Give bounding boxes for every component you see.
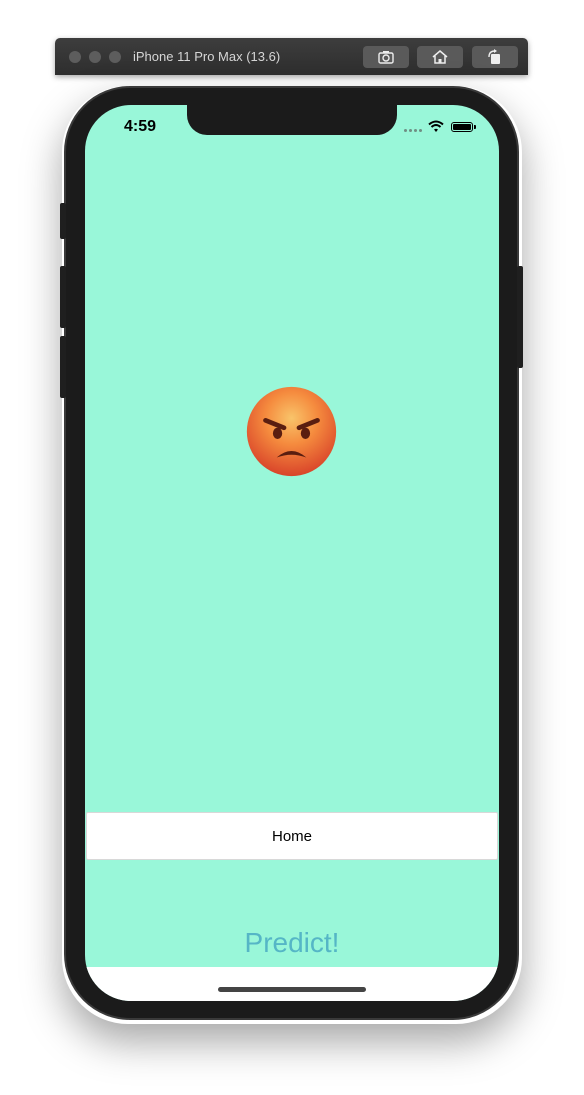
silent-switch — [60, 203, 66, 239]
simulator-titlebar: iPhone 11 Pro Max (13.6) — [55, 38, 528, 75]
minimize-window-button[interactable] — [89, 51, 101, 63]
battery-icon — [451, 122, 473, 132]
zoom-window-button[interactable] — [109, 51, 121, 63]
home-button[interactable]: Home — [86, 812, 498, 860]
rotate-device-button[interactable] — [472, 46, 518, 68]
volume-down-button — [60, 336, 66, 398]
power-button — [517, 266, 523, 368]
home-icon — [432, 50, 448, 64]
predict-button[interactable]: Predict! — [85, 921, 499, 965]
bottom-safe-area — [85, 967, 499, 1001]
signal-dots-icon — [404, 129, 422, 132]
notch — [187, 105, 397, 135]
home-device-button[interactable] — [417, 46, 463, 68]
wifi-icon — [428, 120, 444, 132]
close-window-button[interactable] — [69, 51, 81, 63]
pouting-angry-face-icon — [246, 386, 337, 477]
rotate-icon — [488, 49, 500, 64]
app-screen: 4:59 Home Predict! — [85, 105, 499, 1001]
status-time: 4:59 — [124, 118, 157, 135]
screenshot-icon — [378, 51, 394, 64]
volume-up-button — [60, 266, 66, 328]
home-indicator[interactable] — [218, 987, 366, 992]
screenshot-button[interactable] — [363, 46, 409, 68]
simulator-title: iPhone 11 Pro Max (13.6) — [133, 49, 281, 64]
battery-tip — [474, 125, 476, 129]
